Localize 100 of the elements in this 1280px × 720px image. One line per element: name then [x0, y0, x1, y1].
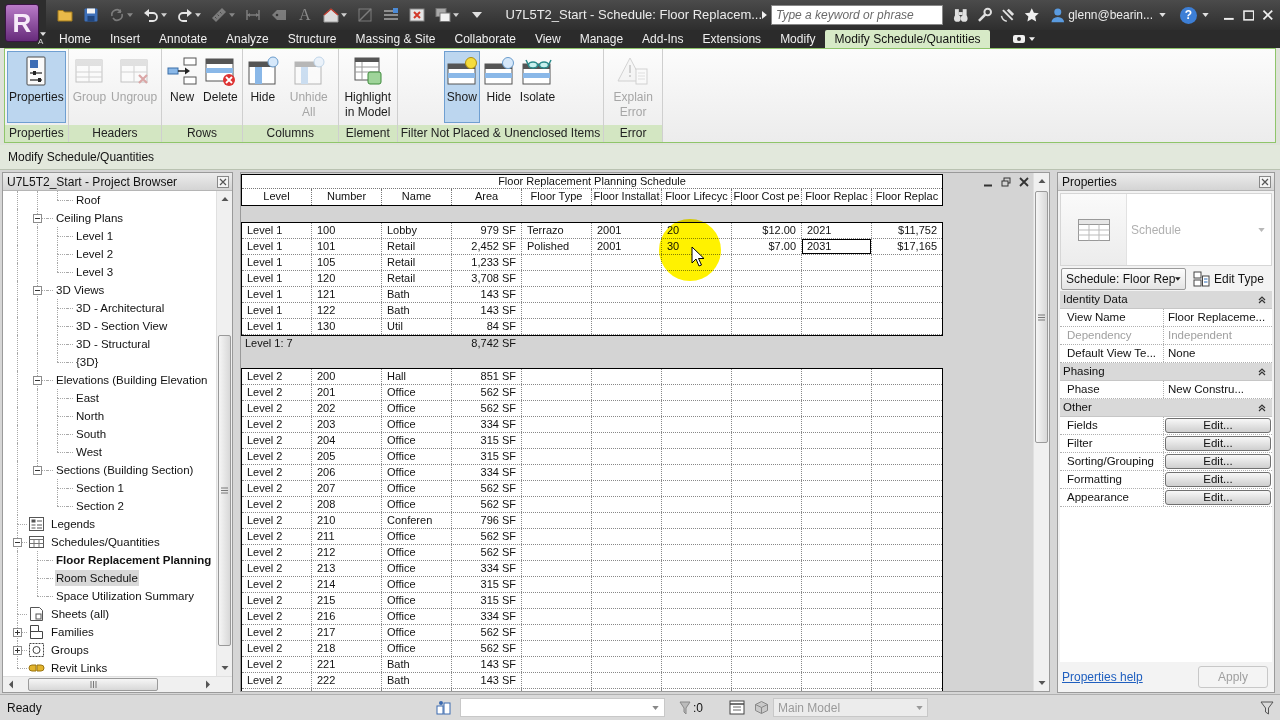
close-windows-icon[interactable] [408, 7, 425, 23]
undo-icon[interactable] [143, 7, 159, 23]
tree-item[interactable]: Level 2 [75, 246, 115, 262]
tree-item[interactable]: Room Schedule [55, 570, 139, 586]
maximize-icon[interactable] [1242, 9, 1255, 21]
property-value[interactable]: New Constru... [1164, 381, 1272, 398]
property-group-header[interactable]: Other [1060, 399, 1272, 417]
tree-item[interactable]: Ceiling Plans [55, 210, 125, 226]
list-window-icon[interactable] [729, 700, 745, 715]
property-group-header[interactable]: Identity Data [1060, 291, 1272, 309]
instance-dropdown[interactable]: Schedule: Floor Rep [1061, 267, 1186, 290]
edit-button[interactable]: Edit... [1165, 436, 1271, 451]
vertical-scrollbar[interactable] [1033, 173, 1049, 691]
ribbon-tab[interactable]: Extensions [693, 30, 771, 48]
tree-item[interactable]: Space Utilization Summary [55, 588, 196, 604]
tree-item[interactable]: Elevations (Building Elevation [55, 372, 209, 388]
collapse-icon[interactable] [33, 286, 42, 295]
funnel-icon[interactable] [1260, 700, 1274, 715]
expand-arrow-icon[interactable] [762, 11, 767, 19]
tree-item[interactable]: Schedules/Quantities [50, 534, 161, 550]
close-icon[interactable] [1019, 177, 1029, 187]
vertical-scrollbar[interactable] [216, 191, 232, 676]
ribbon-tab[interactable]: Modify Schedule/Quantities [825, 30, 990, 48]
collapse-icon[interactable] [33, 466, 42, 475]
restore-icon[interactable] [1001, 177, 1011, 187]
tree-item[interactable]: 3D - Architectural [75, 300, 166, 316]
ribbon-button[interactable]: Show [443, 51, 480, 123]
edit-button[interactable]: Edit... [1165, 454, 1271, 469]
workset-icon[interactable] [436, 699, 452, 716]
tree-item[interactable]: Section 1 [75, 480, 125, 496]
cube-icon[interactable] [754, 700, 769, 715]
redo-icon[interactable] [177, 7, 193, 23]
ribbon-tab[interactable]: Manage [570, 30, 633, 48]
tree-item[interactable]: 3D - Section View [75, 318, 169, 334]
tree-item[interactable]: 3D - Structural [75, 336, 152, 352]
tree-item[interactable]: Groups [50, 642, 90, 658]
collapse-chevron-icon[interactable] [1258, 295, 1266, 304]
tree-item[interactable]: Families [50, 624, 95, 640]
ribbon-button[interactable]: Properties [7, 51, 66, 123]
tree-item[interactable]: West [75, 444, 103, 460]
collapse-chevron-icon[interactable] [1258, 367, 1266, 376]
ribbon-tab[interactable]: Modify [771, 30, 825, 48]
ribbon-tab[interactable]: Collaborate [445, 30, 525, 48]
satellite-icon[interactable] [1000, 7, 1016, 23]
collapse-icon[interactable] [33, 376, 42, 385]
edit-button[interactable]: Edit... [1165, 490, 1271, 505]
caret-icon[interactable] [340, 13, 347, 17]
ribbon-tab[interactable]: Analyze [217, 30, 278, 48]
ribbon-button[interactable]: Hide [480, 51, 517, 123]
tree-item[interactable]: East [75, 390, 100, 406]
ribbon-button[interactable]: Delete [201, 51, 240, 123]
ribbon-button[interactable]: Highlight in Model [340, 51, 395, 123]
ribbon-tab[interactable]: Home [50, 30, 100, 48]
ribbon-tab[interactable]: Massing & Site [346, 30, 445, 48]
tree-item[interactable]: Section 2 [75, 498, 125, 514]
ribbon-button[interactable]: Isolate [517, 51, 558, 123]
windows-icon[interactable] [434, 7, 451, 23]
ribbon-tab[interactable]: Structure [278, 30, 346, 48]
edit-button[interactable]: Edit... [1165, 418, 1271, 433]
user-icon[interactable] [1049, 7, 1066, 23]
property-group-header[interactable]: Phasing [1060, 363, 1272, 381]
property-value[interactable]: None [1164, 345, 1272, 362]
tree-item[interactable]: Floor Replacement Planning [55, 552, 213, 568]
tree-item[interactable]: Sheets (all) [50, 606, 111, 622]
scrollbar-thumb[interactable] [28, 678, 158, 691]
scrollbar-thumb[interactable] [1035, 191, 1048, 443]
expand-icon[interactable] [13, 628, 22, 637]
caret-icon[interactable] [452, 13, 459, 17]
tree-item[interactable]: Roof [75, 192, 102, 208]
wrench-icon[interactable] [976, 7, 993, 23]
tree-item[interactable]: North [75, 408, 106, 424]
property-value[interactable]: Floor Replaceme... [1164, 309, 1272, 326]
caret-icon[interactable] [1028, 37, 1035, 41]
edit-type-button[interactable]: Edit Type [1191, 267, 1266, 290]
ribbon-toggle-icon[interactable] [1011, 33, 1026, 45]
search-field[interactable]: Type a keyword or phrase [770, 5, 944, 25]
expand-icon[interactable] [13, 646, 22, 655]
user-menu[interactable]: glenn@bearin... [1068, 6, 1167, 24]
edit-button[interactable]: Edit... [1165, 472, 1271, 487]
tree-item[interactable]: Legends [50, 516, 97, 532]
collapse-icon[interactable] [33, 214, 42, 223]
tree-item[interactable]: 3D Views [55, 282, 106, 298]
ribbon-button[interactable]: Hide [244, 51, 281, 123]
close-icon[interactable] [1259, 175, 1271, 188]
collapse-icon[interactable] [13, 538, 22, 547]
thin-lines-icon[interactable] [382, 7, 399, 23]
ribbon-tab[interactable]: Insert [101, 30, 150, 48]
ribbon-tab[interactable]: Annotate [150, 30, 217, 48]
tree-item[interactable]: Revit Links [50, 660, 109, 676]
binoculars-icon[interactable] [953, 7, 969, 23]
tree-item[interactable]: {3D} [75, 354, 100, 370]
ribbon-tab[interactable]: View [525, 30, 570, 48]
tree-item[interactable]: Sections (Building Section) [55, 462, 195, 478]
caret-icon[interactable] [195, 13, 201, 17]
folder-icon[interactable] [57, 7, 73, 23]
star-icon[interactable] [1024, 7, 1040, 23]
close-icon[interactable] [217, 175, 229, 188]
scrollbar-thumb[interactable] [218, 335, 231, 646]
ribbon-tab[interactable]: Add-Ins [633, 30, 693, 48]
tree-item[interactable]: Level 1 [75, 228, 115, 244]
